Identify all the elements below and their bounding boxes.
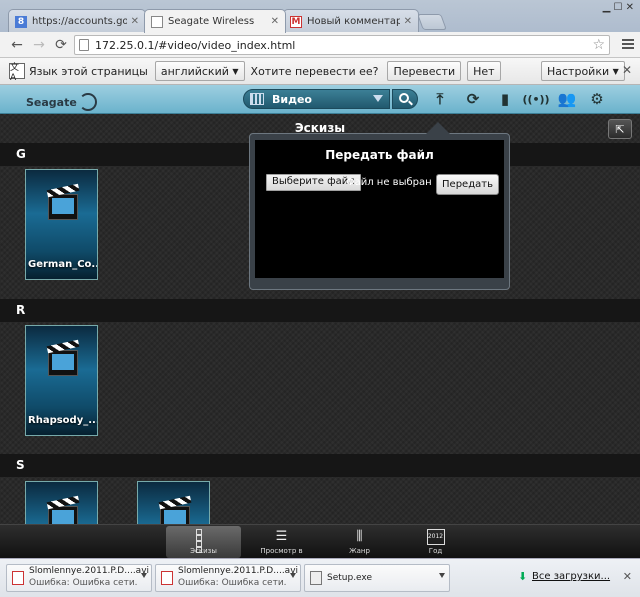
- download-status: Ошибка: Ошибка сети.: [178, 578, 287, 588]
- gear-icon[interactable]: ⚙: [588, 90, 606, 108]
- list-icon: ☰: [275, 529, 288, 544]
- download-status: Ошибка: Ошибка сети.: [29, 578, 138, 588]
- tab-thumbnails[interactable]: Эскизы: [166, 526, 241, 558]
- chevron-down-icon: [373, 95, 383, 102]
- chevron-down-icon[interactable]: [439, 573, 445, 578]
- browser-window: 8 https://accounts.google.c ✕ Seagate Wi…: [0, 0, 640, 597]
- video-thumbnail[interactable]: Rhapsody_...: [25, 325, 98, 436]
- chevron-down-icon[interactable]: [141, 573, 147, 578]
- search-button[interactable]: [392, 89, 418, 109]
- close-icon[interactable]: ✕: [404, 16, 412, 27]
- close-icon[interactable]: ✕: [271, 16, 279, 27]
- share-button[interactable]: ⇱: [608, 119, 632, 139]
- downloads-bar: Slomlennye.2011.P.D....avi Ошибка: Ошибк…: [0, 558, 640, 597]
- send-button[interactable]: Передать: [436, 174, 499, 195]
- browser-toolbar: ← → ⟳ 172.25.0.1/#video/video_index.html…: [0, 32, 640, 58]
- translate-settings-button[interactable]: Настройки ▼: [541, 61, 625, 81]
- video-title: German_Co...: [28, 259, 97, 270]
- upload-dialog-title: Передать файл: [325, 148, 434, 162]
- refresh-icon[interactable]: ⟳: [464, 90, 482, 108]
- all-downloads-link[interactable]: ⬇ Все загрузки...: [518, 570, 610, 583]
- address-bar[interactable]: 172.25.0.1/#video/video_index.html ☆: [74, 35, 610, 55]
- download-filename: Slomlennye.2011.P.D....avi: [178, 566, 299, 576]
- file-icon: [310, 571, 322, 585]
- back-button[interactable]: ←: [6, 37, 28, 53]
- clapperboard-icon: [48, 194, 78, 220]
- clapperboard-icon: [48, 350, 78, 376]
- file-status: Файл не выбран: [346, 177, 432, 188]
- download-item[interactable]: Slomlennye.2011.P.D....avi Ошибка: Ошибк…: [155, 564, 301, 592]
- close-icon[interactable]: ✕: [623, 570, 632, 583]
- video-title: Rhapsody_...: [28, 415, 97, 426]
- tab-gmail[interactable]: M Новый комментарий на ✕: [283, 9, 419, 33]
- grid-icon: [195, 529, 212, 553]
- section-header-r: R: [0, 299, 640, 322]
- translate-icon: 文A: [9, 63, 25, 83]
- forward-button[interactable]: →: [28, 37, 50, 53]
- download-filename: Setup.exe: [327, 573, 373, 583]
- film-icon: [250, 93, 264, 105]
- tab-year[interactable]: 2012 Год: [398, 526, 473, 558]
- seagate-swirl-icon: [78, 93, 97, 111]
- page-icon: [151, 15, 163, 28]
- window-controls[interactable]: ▁ ☐ ✕: [603, 2, 634, 13]
- share-icon: ⇱: [615, 122, 625, 136]
- language-select[interactable]: английский ▼: [154, 61, 245, 81]
- tab-google-accounts[interactable]: 8 https://accounts.google.c ✕: [8, 9, 146, 33]
- chevron-down-icon: ▼: [232, 66, 239, 76]
- tab-genre[interactable]: ⫼ Жанр: [322, 526, 397, 558]
- section-header-s: S: [0, 454, 640, 477]
- page-info-icon[interactable]: [79, 39, 89, 51]
- sliders-icon: ⫼: [356, 529, 363, 544]
- close-icon[interactable]: ✕: [131, 16, 139, 27]
- tab-strip: 8 https://accounts.google.c ✕ Seagate Wi…: [0, 0, 640, 33]
- no-button[interactable]: Нет: [467, 61, 501, 81]
- star-icon[interactable]: ☆: [592, 37, 605, 53]
- media-type-selector[interactable]: Видео: [243, 89, 390, 109]
- translate-button[interactable]: Перевести: [387, 61, 462, 81]
- new-tab-button[interactable]: [417, 14, 447, 30]
- translate-question: Хотите перевести ее?: [250, 64, 379, 78]
- upload-icon[interactable]: ⤒: [431, 90, 449, 108]
- download-item[interactable]: Setup.exe: [304, 564, 450, 592]
- translate-bar: 文A Язык этой страницы английский ▼ Хотит…: [0, 58, 640, 85]
- video-thumbnail[interactable]: German_Co...: [25, 169, 98, 280]
- tab-browse[interactable]: ☰ Просмотр в: [244, 526, 319, 558]
- chevron-down-icon: ▼: [612, 66, 619, 76]
- seagate-logo: Seagate: [26, 93, 97, 111]
- upload-dialog: Передать файл Выберите файл Файл не выбр…: [249, 122, 510, 290]
- download-filename: Slomlennye.2011.P.D....avi: [29, 566, 150, 576]
- wireless-icon[interactable]: ((•)): [522, 90, 549, 108]
- menu-icon[interactable]: [622, 37, 634, 51]
- battery-icon[interactable]: ▮: [496, 90, 514, 108]
- google-icon: 8: [15, 15, 27, 28]
- url-text: 172.25.0.1/#video/video_index.html: [95, 38, 296, 52]
- gmail-icon: M: [290, 15, 302, 28]
- users-icon[interactable]: 👥: [558, 90, 577, 108]
- calendar-icon: 2012: [426, 529, 445, 545]
- file-error-icon: [12, 571, 24, 585]
- close-icon[interactable]: ✕: [622, 63, 632, 77]
- file-error-icon: [161, 571, 173, 585]
- download-item[interactable]: Slomlennye.2011.P.D....avi Ошибка: Ошибк…: [6, 564, 152, 592]
- bottom-nav: Эскизы ☰ Просмотр в ⫼ Жанр 2012 Год: [0, 524, 640, 558]
- download-arrow-icon: ⬇: [518, 570, 528, 583]
- tab-seagate-wireless[interactable]: Seagate Wireless ✕: [144, 9, 286, 33]
- app-header: Seagate Видео ⤒ ⟳ ▮ ((•)) 👥 ⚙: [0, 85, 640, 114]
- reload-button[interactable]: ⟳: [50, 37, 72, 53]
- translate-prompt: Язык этой страницы: [29, 64, 148, 78]
- seagate-app: Seagate Видео ⤒ ⟳ ▮ ((•)) 👥 ⚙ Эскизы ⇱ G…: [0, 85, 640, 558]
- chevron-down-icon[interactable]: [290, 573, 296, 578]
